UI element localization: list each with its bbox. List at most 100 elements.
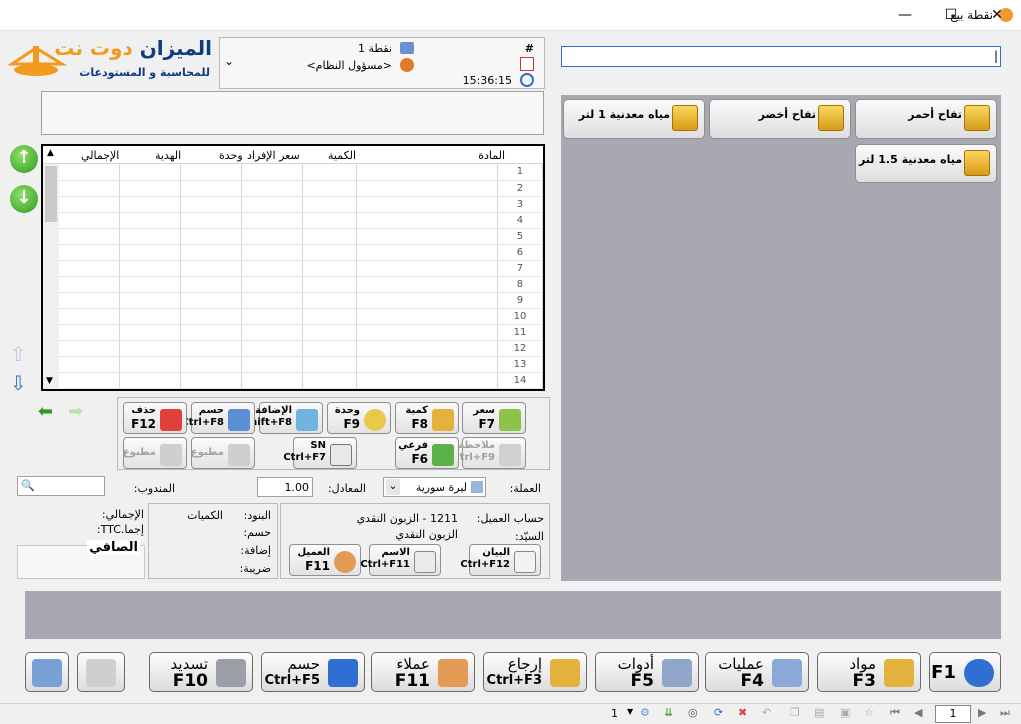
tools-button[interactable]: أدوات F5 xyxy=(595,652,699,692)
arrow-down-icon[interactable]: ⇩ xyxy=(10,371,27,395)
table-cell[interactable] xyxy=(59,292,121,309)
table-cell[interactable] xyxy=(119,228,182,245)
table-cell[interactable] xyxy=(356,244,498,261)
table-cell[interactable] xyxy=(180,308,243,325)
table-row[interactable]: 10 xyxy=(59,308,543,325)
delete-button[interactable]: حذف F12 xyxy=(123,402,187,434)
name-button[interactable]: الاسم Ctrl+F11 xyxy=(360,544,441,576)
table-cell[interactable] xyxy=(302,164,358,181)
table-cell[interactable] xyxy=(356,276,498,293)
prev-page-icon[interactable]: ◀ xyxy=(914,706,922,719)
search-icon[interactable]: 🔍 xyxy=(21,479,35,492)
table-cell[interactable] xyxy=(241,164,304,181)
table-cell[interactable] xyxy=(241,292,304,309)
operations-button[interactable]: عمليات F4 xyxy=(705,652,809,692)
table-cell[interactable] xyxy=(356,308,498,325)
table-row[interactable]: 9 xyxy=(59,292,543,309)
table-cell[interactable] xyxy=(119,212,182,229)
cancel-icon[interactable]: ✖ xyxy=(738,706,747,719)
materials-button[interactable]: مواد F3 xyxy=(817,652,921,692)
table-cell[interactable] xyxy=(180,164,243,181)
table-cell[interactable] xyxy=(356,164,498,181)
table-cell[interactable] xyxy=(302,372,358,389)
table-row[interactable]: 12 xyxy=(59,340,543,357)
discount-button[interactable]: حسم Ctrl+F5 xyxy=(261,652,365,692)
table-row[interactable]: 11 xyxy=(59,324,543,341)
print-button[interactable] xyxy=(77,652,125,692)
sort-icon[interactable]: ⇊ xyxy=(664,706,673,719)
close-icon[interactable]: ✕ xyxy=(974,4,1020,28)
table-row[interactable]: 7 xyxy=(59,260,543,277)
table-cell[interactable] xyxy=(180,340,243,357)
table-cell[interactable] xyxy=(241,228,304,245)
table-cell[interactable] xyxy=(241,180,304,197)
statement-button[interactable]: البيان Ctrl+F12 xyxy=(460,544,541,576)
table-cell[interactable] xyxy=(302,340,358,357)
view-icon[interactable]: ◎ xyxy=(688,706,698,719)
table-cell[interactable] xyxy=(241,356,304,373)
table-cell[interactable] xyxy=(356,260,498,277)
next-page-icon[interactable]: ▶ xyxy=(978,706,986,719)
table-cell[interactable] xyxy=(180,196,243,213)
rate-input[interactable]: 1.00 xyxy=(257,477,313,497)
table-cell[interactable] xyxy=(180,260,243,277)
table-cell[interactable] xyxy=(59,212,121,229)
help-button[interactable]: F1 xyxy=(929,652,1001,692)
table-cell[interactable] xyxy=(241,244,304,261)
maximize-icon[interactable]: ☐ xyxy=(928,4,974,28)
product-button[interactable]: تفاح أخضر xyxy=(709,99,851,139)
table-cell[interactable] xyxy=(59,228,121,245)
return-button[interactable]: إرجاع Ctrl+F3 xyxy=(483,652,587,692)
product-button[interactable]: تفاح أحمر xyxy=(855,99,997,139)
table-cell[interactable] xyxy=(302,228,358,245)
sn-button[interactable]: SN Ctrl+F7 xyxy=(283,437,357,469)
table-cell[interactable] xyxy=(356,196,498,213)
scroll-up-icon[interactable]: ▲ xyxy=(47,148,54,158)
last-page-icon[interactable]: ⏭ xyxy=(1000,706,1010,720)
price-button[interactable]: سعر F7 xyxy=(462,402,526,434)
table-cell[interactable] xyxy=(119,244,182,261)
table-cell[interactable] xyxy=(180,372,243,389)
table-cell[interactable] xyxy=(180,356,243,373)
grid-scrollbar[interactable]: ▼ xyxy=(43,164,59,389)
table-row[interactable]: 14 xyxy=(59,372,543,389)
table-row[interactable]: 1 xyxy=(59,164,543,181)
add-button[interactable]: الإضافة Shift+F8 xyxy=(243,402,323,434)
table-cell[interactable] xyxy=(241,212,304,229)
table-cell[interactable] xyxy=(241,324,304,341)
table-cell[interactable] xyxy=(119,164,182,181)
back-arrow-icon[interactable]: ⬅ xyxy=(38,401,53,422)
table-cell[interactable] xyxy=(59,196,121,213)
table-cell[interactable] xyxy=(356,324,498,341)
table-cell[interactable] xyxy=(356,292,498,309)
table-cell[interactable] xyxy=(119,292,182,309)
table-cell[interactable] xyxy=(119,356,182,373)
barcode-input[interactable]: | xyxy=(561,46,1001,67)
table-cell[interactable] xyxy=(119,308,182,325)
table-cell[interactable] xyxy=(59,340,121,357)
dropdown-chevron-icon[interactable]: ⌄ xyxy=(386,479,400,495)
move-up-icon[interactable]: ↑ xyxy=(10,145,38,173)
table-cell[interactable] xyxy=(302,276,358,293)
table-cell[interactable] xyxy=(119,260,182,277)
settings-icon[interactable]: ⚙ xyxy=(640,706,650,719)
currency-select[interactable]: ليرة سورية ⌄ xyxy=(383,477,486,497)
table-cell[interactable] xyxy=(302,180,358,197)
table-cell[interactable] xyxy=(180,292,243,309)
table-row[interactable]: 6 xyxy=(59,244,543,261)
scroll-down-icon[interactable]: ▼ xyxy=(46,376,53,386)
dropdown-chevron-icon[interactable]: ⌄ xyxy=(224,54,234,68)
table-cell[interactable] xyxy=(59,356,121,373)
discount-button[interactable]: حسم Ctrl+F8 xyxy=(181,402,255,434)
table-row[interactable]: 8 xyxy=(59,276,543,293)
table-cell[interactable] xyxy=(180,324,243,341)
table-cell[interactable] xyxy=(302,356,358,373)
table-cell[interactable] xyxy=(356,228,498,245)
table-cell[interactable] xyxy=(119,372,182,389)
payment-button[interactable]: تسديد F10 xyxy=(149,652,253,692)
table-cell[interactable] xyxy=(119,276,182,293)
table-cell[interactable] xyxy=(59,372,121,389)
table-cell[interactable] xyxy=(241,260,304,277)
items-grid[interactable]: المادة الكمية سعر الإفراد وحدة الهدية ال… xyxy=(41,144,545,391)
table-cell[interactable] xyxy=(180,244,243,261)
